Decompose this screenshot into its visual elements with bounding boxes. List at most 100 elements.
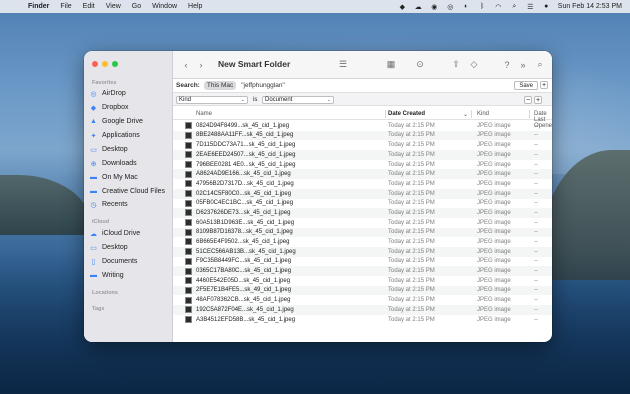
file-name: 47956B2D7317D...sk_45_cid_1.jpeg	[196, 180, 294, 187]
scope-this-mac[interactable]: This Mac	[203, 81, 237, 90]
attribute-select[interactable]: Kind ⌄	[176, 96, 248, 104]
menu-view[interactable]: View	[106, 3, 121, 10]
column-header-date-created[interactable]: Date Created	[388, 111, 425, 117]
table-row[interactable]: A3B4512EFD58B...sk_45_cid_1.jpeg Today at…	[173, 315, 552, 325]
file-name: 48AF078362CB...sk_45_cid_1.jpeg	[196, 297, 291, 304]
back-button[interactable]: ‹	[181, 58, 191, 71]
file-date-last-opened: --	[534, 277, 538, 284]
list-view-icon[interactable]: ☰	[333, 58, 353, 71]
menu-file[interactable]: File	[60, 3, 71, 10]
file-kind: JPEG image	[477, 122, 511, 129]
remove-criteria-button[interactable]: −	[524, 96, 532, 104]
record-status-icon[interactable]: ◉	[430, 3, 439, 11]
table-row[interactable]: 51CEC566AB13B...sk_45_cid_1.jpeg Today at…	[173, 246, 552, 257]
menu-datetime[interactable]: Sun Feb 14 2:53 PM	[558, 3, 622, 10]
table-row[interactable]: D6237626DE73...sk_45_cid_1.jpeg Today at …	[173, 208, 552, 218]
table-row[interactable]: 4460E542E05D...sk_45_cid_1.jpeg Today at …	[173, 276, 552, 286]
sidebar-item-writing[interactable]: ▬ Writing	[89, 270, 169, 281]
file-date-last-opened: --	[534, 219, 538, 226]
file-date-last-opened: --	[534, 151, 538, 158]
help-icon[interactable]: ?	[499, 58, 515, 71]
save-button[interactable]: Save	[514, 81, 538, 90]
file-name: A8624AD9E166...sk_45_cid_1.jpeg	[196, 171, 291, 178]
sidebar-item-desktop[interactable]: ▭ Desktop	[89, 144, 169, 155]
menu-go[interactable]: Go	[132, 3, 141, 10]
sidebar-item-recents[interactable]: ◷ Recents	[89, 199, 169, 210]
file-name: 8109B87D16378...sk_45_cid_1.jpeg	[196, 229, 293, 236]
chevron-down-icon: ⌄	[326, 97, 331, 103]
action-menu-icon[interactable]: ⊙	[410, 58, 430, 71]
cloud-status-icon[interactable]: ☁	[414, 3, 423, 11]
zoom-button[interactable]	[112, 61, 118, 67]
menu-help[interactable]: Help	[188, 3, 202, 10]
wifi-icon[interactable]: ◠	[494, 3, 503, 11]
table-row[interactable]: 2EAE6EED24507...sk_45_cid_1.jpeg Today at…	[173, 150, 552, 160]
target-status-icon[interactable]: ◎	[446, 3, 455, 11]
column-header-name[interactable]: Name	[196, 111, 212, 117]
sidebar-item-airdrop[interactable]: ◎ AirDrop	[89, 88, 169, 99]
table-row[interactable]: 47956B2D7317D...sk_45_cid_1.jpeg Today at…	[173, 179, 552, 189]
menu-window[interactable]: Window	[152, 3, 177, 10]
file-date-created: Today at 2:15 PM	[388, 248, 435, 255]
sidebar-item-icloud-desktop[interactable]: ▭ Desktop	[89, 242, 169, 253]
table-row[interactable]: 6B665E4F9502...sk_45_cid_1.jpeg Today at …	[173, 237, 552, 247]
sidebar-item-downloads[interactable]: ⊕ Downloads	[89, 158, 169, 169]
sidebar-item-label: Google Drive	[102, 118, 143, 125]
search-icon[interactable]: ⌕	[510, 3, 519, 11]
table-row[interactable]: 0365C17BA80C...sk_45_cid_1.jpeg Today at …	[173, 266, 552, 276]
chevron-icon[interactable]: »	[518, 58, 528, 71]
group-icon[interactable]: ▦	[381, 58, 401, 71]
minimize-button[interactable]	[102, 61, 108, 67]
close-button[interactable]	[92, 61, 98, 67]
status-area: ◆ ☁ ◉ ◎ ◐ ᛒ ◠ ⌕ ☰ ● Sun Feb 14 2:53 PM	[398, 3, 622, 11]
table-row[interactable]: 60A513B1D963E...sk_45_cid_1.jpeg Today at…	[173, 218, 552, 228]
column-header-kind[interactable]: Kind	[477, 111, 489, 117]
sidebar-item-on-my-mac[interactable]: ▬ On My Mac	[89, 172, 169, 183]
sidebar-item-dropbox[interactable]: ◆ Dropbox	[89, 102, 169, 113]
search-icon[interactable]: ⌕	[535, 58, 545, 71]
table-row[interactable]: 05FB0C4EC1BC...sk_45_cid_1.jpeg Today at …	[173, 199, 552, 209]
finder-window: Favorites ◎ AirDrop ◆ Dropbox ▲ Google D…	[84, 51, 552, 342]
jpeg-file-icon	[185, 306, 192, 314]
scope-user-folder[interactable]: "jeffphungglan"	[241, 82, 285, 89]
table-row[interactable]: 8109B87D16378...sk_45_cid_1.jpeg Today at…	[173, 227, 552, 238]
add-criteria-row-button[interactable]: +	[534, 96, 542, 104]
table-row[interactable]: A8624AD9E166...sk_45_cid_1.jpeg Today at …	[173, 169, 552, 180]
forward-button[interactable]: ›	[196, 58, 206, 71]
sidebar-item-documents[interactable]: ▯ Documents	[89, 256, 169, 267]
share-icon[interactable]: ⇧	[451, 58, 461, 71]
table-row[interactable]: 0824D94F8499...sk_45_cid_1.jpeg Today at …	[173, 121, 552, 131]
table-row[interactable]: F9C35B8449FC...sk_45_cid_1.jpeg Today at …	[173, 257, 552, 267]
dropbox-status-icon[interactable]: ◆	[398, 3, 407, 11]
table-row[interactable]: 2F5E7E1B4FE5...sk_49_cid_1.jpeg Today at …	[173, 285, 552, 296]
menu-edit[interactable]: Edit	[83, 3, 95, 10]
file-date-created: Today at 2:15 PM	[388, 229, 435, 236]
bluetooth-icon[interactable]: ᛒ	[478, 3, 487, 11]
sidebar-item-google-drive[interactable]: ▲ Google Drive	[89, 116, 169, 127]
column-divider[interactable]	[385, 110, 386, 118]
value-select[interactable]: Document ⌄	[262, 96, 334, 104]
table-row[interactable]: 7D115DDC73A71...sk_45_cid_1.jpeg Today at…	[173, 140, 552, 150]
add-criteria-button[interactable]: +	[540, 81, 548, 89]
sidebar-item-label: Dropbox	[102, 104, 129, 111]
column-divider[interactable]	[471, 110, 472, 118]
table-row[interactable]: 02C14C5F80C0...sk_45_cid_1.jpeg Today at …	[173, 188, 552, 199]
tag-icon[interactable]: ◇	[469, 58, 479, 71]
table-row[interactable]: 48AF078362CB...sk_45_cid_1.jpeg Today at …	[173, 295, 552, 305]
control-center-icon[interactable]: ☰	[526, 3, 535, 11]
file-list: 0824D94F8499...sk_45_cid_1.jpeg Today at …	[173, 121, 552, 342]
table-row[interactable]: 8BE2488AA11FF...sk_45_cid_1.jpeg Today at…	[173, 130, 552, 141]
siri-icon[interactable]: ●	[542, 3, 551, 11]
recents-icon: ◷	[90, 201, 97, 209]
column-divider[interactable]	[529, 110, 530, 118]
sidebar-item-label: Creative Cloud Files	[102, 188, 166, 195]
menu-app-name[interactable]: Finder	[28, 3, 49, 10]
rewind-status-icon[interactable]: ◐	[462, 3, 471, 11]
sidebar-item-creative-cloud[interactable]: ▬ Creative Cloud Files	[89, 186, 169, 197]
sidebar-item-icloud-drive[interactable]: ☁ iCloud Drive	[89, 228, 169, 239]
sidebar-item-applications[interactable]: ✦ Applications	[89, 130, 169, 141]
table-row[interactable]: 192C5A872F04E...sk_45_cid_1.jpeg Today at…	[173, 305, 552, 315]
file-date-created: Today at 2:15 PM	[388, 306, 435, 313]
table-row[interactable]: 796BEE0281 4E0...sk_45_cid_1.jpeg Today a…	[173, 160, 552, 170]
file-date-last-opened: --	[534, 122, 538, 129]
